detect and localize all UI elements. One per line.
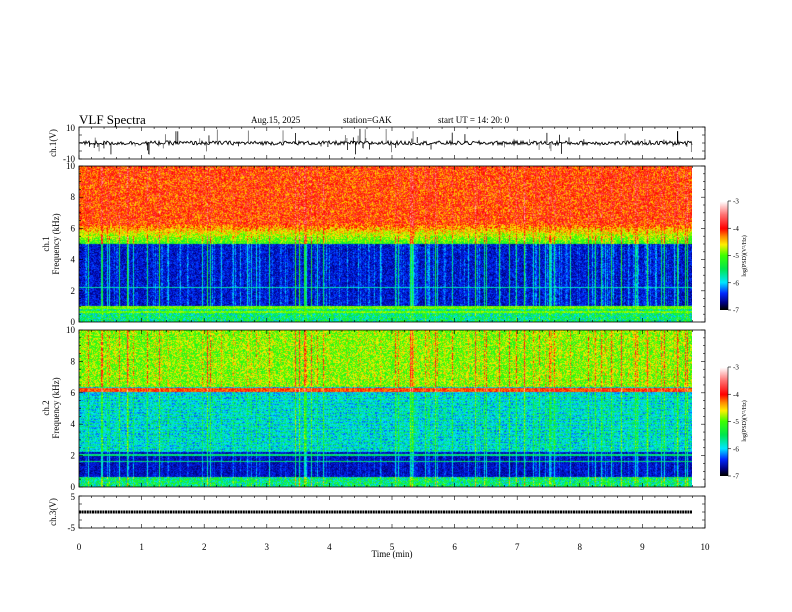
colorbar-tick-label: -5 — [733, 252, 739, 260]
spec2-ylabel: Frequency (kHz) — [51, 377, 61, 438]
y-tick-label: 8 — [71, 356, 76, 366]
colorbar-tick-label: -3 — [733, 198, 739, 206]
y-tick-label: 2 — [71, 451, 76, 461]
x-tick-label: 1 — [139, 542, 144, 552]
y-tick-label: 6 — [71, 388, 76, 398]
spec1-frame — [78, 165, 706, 323]
colorbar-tick-label: -7 — [733, 473, 739, 481]
x-tick-label: 4 — [327, 542, 332, 552]
y-tick-label: 0 — [71, 482, 76, 492]
colorbar-2-label: log(PSD)(V²/Hz) — [741, 400, 748, 441]
ch3-ytick: 5 — [71, 492, 76, 502]
colorbar-tick-label: -7 — [733, 307, 739, 315]
ch3-panel: 5 -5 ch.3(V) — [48, 492, 706, 533]
colorbar-tick-label: -5 — [733, 418, 739, 426]
ch3-ytick: -5 — [68, 523, 76, 533]
ch2-spectrogram-panel: 0246810 ch.2 Frequency (kHz) -3-4-5-6-7 … — [41, 325, 748, 492]
x-tick-label: 2 — [202, 542, 207, 552]
x-axis-ticks — [78, 126, 706, 529]
y-tick-label: 4 — [71, 419, 76, 429]
ch1-ylabel: ch.1(V) — [48, 129, 58, 157]
x-tick-label: 6 — [452, 542, 457, 552]
x-tick-label: 10 — [701, 542, 711, 552]
x-tick-label: 9 — [640, 542, 645, 552]
date-label: Aug.15, 2025 — [251, 115, 301, 125]
y-tick-label: 2 — [71, 286, 76, 296]
ch1-panel: 10 -10 ch.1(V) — [48, 123, 706, 164]
colorbar-1-label: log(PSD)(V²/Hz) — [741, 235, 748, 276]
y-tick-label: 10 — [66, 161, 76, 171]
x-tick-label: 0 — [77, 542, 82, 552]
spec1-ylabel-channel: ch.1 — [41, 236, 51, 251]
colorbar-tick-label: -4 — [733, 225, 739, 233]
vlf-spectra-figure: VLF Spectra Aug.15, 2025 station=GAK sta… — [41, 112, 748, 559]
ch1-spectrogram-panel: 0246810 ch.1 Frequency (kHz) -3-4-5-6-7 … — [41, 161, 748, 327]
x-tick-label: 8 — [578, 542, 583, 552]
colorbar-tick-label: -6 — [733, 445, 739, 453]
x-axis-label: Time (min) — [372, 549, 413, 559]
y-tick-label: 8 — [71, 192, 76, 202]
start-time-label: start UT = 14: 20: 0 — [438, 115, 510, 125]
colorbar-tick-label: -6 — [733, 279, 739, 287]
y-tick-label: 6 — [71, 223, 76, 233]
ch1-ytick: 10 — [66, 123, 76, 133]
colorbar-tick-label: -3 — [733, 364, 739, 372]
ch3-ylabel: ch.3(V) — [48, 498, 58, 526]
station-label: station=GAK — [343, 115, 392, 125]
spec2-ylabel-channel: ch.2 — [41, 400, 51, 415]
y-tick-label: 4 — [71, 255, 76, 265]
x-tick-label: 3 — [265, 542, 270, 552]
colorbar-tick-label: -4 — [733, 391, 739, 399]
spec2-frame — [78, 329, 706, 488]
figure-title: VLF Spectra — [79, 112, 146, 127]
y-tick-label: 10 — [66, 325, 76, 335]
x-tick-label: 7 — [515, 542, 520, 552]
spec1-ylabel: Frequency (kHz) — [51, 213, 61, 274]
